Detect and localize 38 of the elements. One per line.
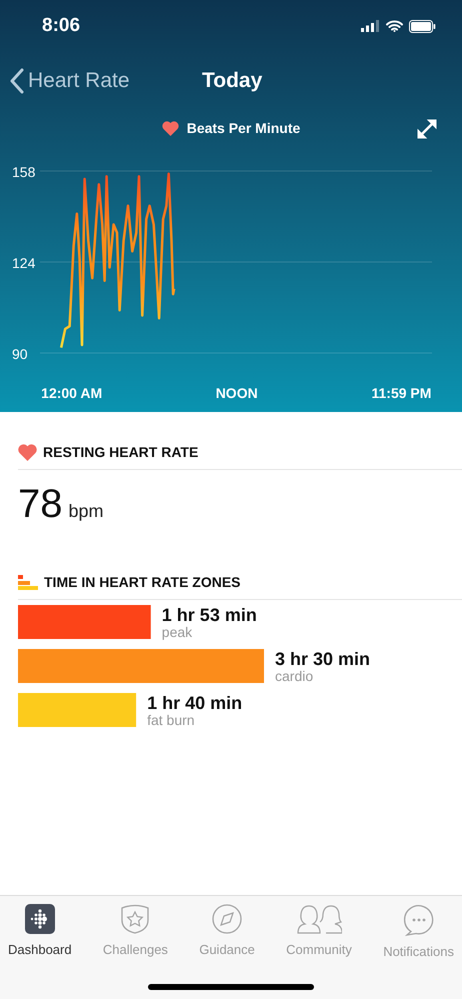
axis-label: 12:00 AM [41,385,102,401]
zone-name: cardio [275,668,314,684]
axis-label: 11:59 PM [372,385,432,401]
status-time: 8:06 [42,14,80,38]
bar-chart-icon [18,574,38,590]
expand-icon[interactable] [416,118,438,140]
compass-icon [212,904,242,934]
zone-name: fat burn [147,712,195,728]
back-button[interactable]: Heart Rate [10,65,130,97]
tab-item[interactable]: Dashboard [8,904,72,962]
signal-icon [361,20,380,32]
axis-label: NOON [216,385,258,401]
chart-legend: Beats Per Minute [186,118,300,138]
axis-label: 124 [12,255,36,271]
shield-star-icon [119,904,152,934]
heart-icon [18,444,37,461]
speech-bubble-icon [402,904,435,936]
tab-item[interactable]: Community [286,904,352,962]
axis-label: 90 [12,346,28,362]
people-icon [296,904,342,934]
tab-item[interactable]: Guidance [199,904,255,962]
resting-unit: bpm [68,500,104,523]
battery-icon [409,20,436,32]
resting-value: 78 [18,481,62,528]
zone-duration: 1 hr 40 min [147,693,242,713]
zone-name: peak [162,624,192,640]
page-title: Today [202,68,262,94]
zone-duration: 3 hr 30 min [275,649,370,669]
section-heading: TIME IN HEART RATE ZONES [44,573,241,592]
wifi-icon [386,20,403,32]
heart-icon [162,120,179,136]
axis-label: 158 [12,164,36,180]
tab-item[interactable]: Challenges [102,904,168,962]
zone-duration: 1 hr 53 min [162,605,257,625]
chevron-left-icon [10,68,24,94]
tab-item[interactable]: Notifications [383,904,454,962]
dashboard-icon [24,904,55,934]
section-heading: RESTING HEART RATE [43,443,198,462]
